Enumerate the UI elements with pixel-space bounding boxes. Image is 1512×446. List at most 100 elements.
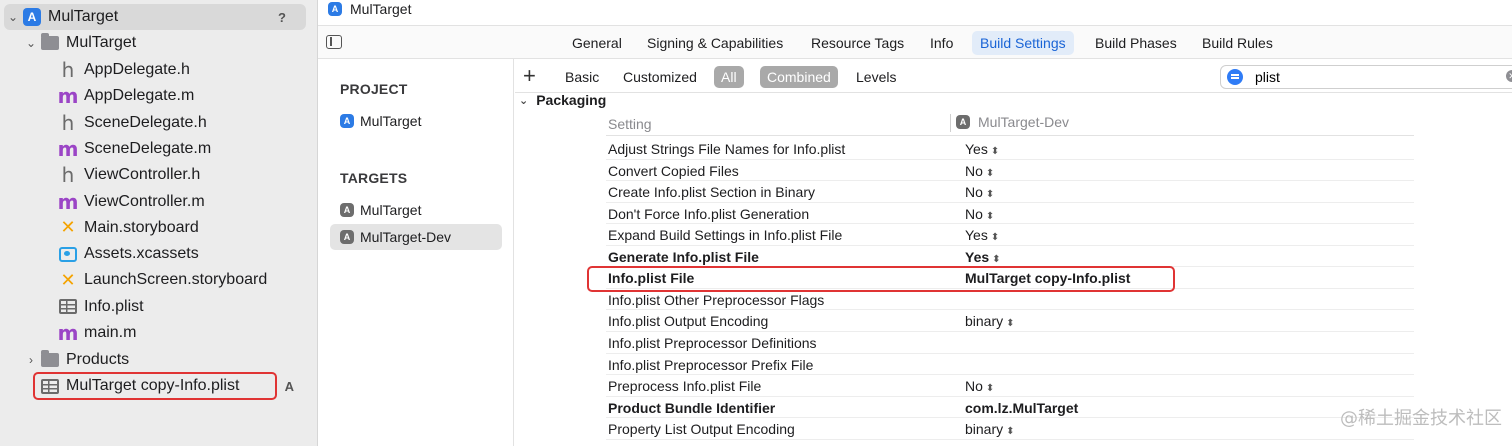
- setting-row[interactable]: Property List Output Encoding binary ⬍: [606, 418, 1414, 440]
- packaging-group-header[interactable]: ⌄ Packaging: [519, 92, 606, 108]
- nav-file-item[interactable]: h AppDelegate.h: [58, 57, 190, 83]
- setting-value[interactable]: com.lz.MulTarget: [965, 400, 1078, 416]
- nav-file-label: Main.storyboard: [84, 218, 199, 236]
- tab-info[interactable]: Info: [922, 31, 961, 55]
- nav-file-label: main.m: [84, 324, 137, 341]
- search-input[interactable]: [1255, 68, 1495, 86]
- nav-file-item[interactable]: h SceneDelegate.h: [58, 110, 207, 136]
- setting-value[interactable]: No ⬍: [965, 378, 994, 394]
- tab-build-settings[interactable]: Build Settings: [972, 31, 1074, 55]
- filter-combined-button[interactable]: Combined: [760, 66, 838, 88]
- popup-stepper-icon[interactable]: ⬍: [986, 383, 994, 394]
- popup-stepper-icon[interactable]: ⬍: [986, 211, 994, 222]
- setting-value[interactable]: binary ⬍: [965, 421, 1015, 437]
- target-app-icon: A: [340, 203, 354, 217]
- folder-icon: [40, 33, 60, 52]
- popup-stepper-icon[interactable]: ⬍: [992, 254, 1000, 265]
- chevron-down-icon[interactable]: ⌄: [22, 36, 40, 50]
- clear-search-icon[interactable]: ✕: [1506, 70, 1512, 82]
- tab-resource-tags[interactable]: Resource Tags: [803, 31, 912, 55]
- group-label: Packaging: [536, 92, 607, 108]
- setting-value[interactable]: No ⬍: [965, 184, 994, 200]
- nav-file-item[interactable]: h ViewController.h: [58, 162, 201, 188]
- setting-row[interactable]: Info.plist Other Preprocessor Flags: [606, 289, 1414, 311]
- setting-value-text: Yes: [965, 248, 990, 265]
- nav-file-label: ViewController.m: [84, 192, 205, 210]
- tab-build-phases[interactable]: Build Phases: [1087, 31, 1185, 55]
- setting-value[interactable]: Yes ⬍: [965, 249, 1001, 265]
- target-item-multarget-dev[interactable]: A MulTarget-Dev: [330, 224, 502, 250]
- nav-file-item[interactable]: m ViewController.m: [58, 189, 205, 215]
- setting-row[interactable]: Generate Info.plist File Yes ⬍: [606, 246, 1414, 268]
- tab-general[interactable]: General: [564, 31, 630, 55]
- filter-search-icon[interactable]: [1227, 69, 1243, 85]
- setting-value[interactable]: Yes ⬍: [965, 141, 999, 157]
- nav-file-item[interactable]: ✕ Main.storyboard: [58, 215, 199, 241]
- setting-row[interactable]: Info.plist Output Encoding binary ⬍: [606, 310, 1414, 332]
- tab-signing-capabilities[interactable]: Signing & Capabilities: [639, 31, 791, 55]
- watermark: @稀土掘金技术社区: [1340, 408, 1502, 429]
- setting-row[interactable]: Convert Copied Files No ⬍: [606, 160, 1414, 182]
- setting-row[interactable]: Info.plist Preprocessor Definitions: [606, 332, 1414, 354]
- storyboard-icon: ✕: [60, 269, 76, 290]
- chevron-down-icon[interactable]: ⌄: [4, 10, 22, 24]
- nav-root-project[interactable]: ⌄ A MulTarget ?: [4, 4, 306, 30]
- project-item[interactable]: A MulTarget: [330, 108, 502, 134]
- setting-row[interactable]: Don't Force Info.plist Generation No ⬍: [606, 203, 1414, 225]
- setting-name: Info.plist Preprocessor Definitions: [608, 334, 817, 351]
- setting-value[interactable]: No ⬍: [965, 163, 994, 179]
- nav-file-label: SceneDelegate.m: [84, 139, 212, 157]
- setting-value[interactable]: Yes ⬍: [965, 227, 999, 243]
- nav-group-multarget[interactable]: ⌄ MulTarget: [22, 30, 136, 56]
- target-item-multarget[interactable]: A MulTarget: [330, 197, 502, 223]
- setting-row[interactable]: Product Bundle Identifier com.lz.MulTarge…: [606, 397, 1414, 419]
- tab-build-rules[interactable]: Build Rules: [1194, 31, 1281, 55]
- project-navigator: ⌄ A MulTarget ? ⌄ MulTarget h AppDelegate…: [0, 0, 318, 446]
- nav-file-item[interactable]: m AppDelegate.m: [58, 83, 195, 109]
- setting-value-text: Yes: [965, 141, 988, 157]
- filter-all-button[interactable]: All: [714, 66, 744, 88]
- filter-basic-button[interactable]: Basic: [558, 66, 606, 88]
- filter-customized-button[interactable]: Customized: [616, 66, 704, 88]
- setting-row[interactable]: Preprocess Info.plist File No ⬍: [606, 375, 1414, 397]
- nav-file-item[interactable]: Info.plist: [58, 294, 144, 320]
- column-setting-label: Setting: [608, 116, 652, 132]
- nav-file-item[interactable]: ✕ LaunchScreen.storyboard: [58, 267, 267, 293]
- setting-value-text: binary: [965, 313, 1004, 330]
- popup-stepper-icon[interactable]: ⬍: [1006, 426, 1014, 437]
- setting-value[interactable]: binary ⬍: [965, 313, 1015, 329]
- popup-stepper-icon[interactable]: ⬍: [1006, 318, 1014, 329]
- setting-value-text: binary: [965, 421, 1004, 438]
- chevron-right-icon[interactable]: ›: [22, 353, 40, 367]
- popup-stepper-icon[interactable]: ⬍: [986, 168, 994, 179]
- build-settings-pane: + Basic Customized All Combined Levels ✕…: [515, 59, 1512, 446]
- app-project-icon: A: [22, 8, 42, 26]
- setting-row[interactable]: Expand Build Settings in Info.plist File…: [606, 224, 1414, 246]
- add-setting-button[interactable]: +: [523, 63, 536, 89]
- nav-group-products[interactable]: › Products: [22, 347, 129, 373]
- popup-stepper-icon[interactable]: ⬍: [986, 189, 994, 200]
- setting-value-text: No: [965, 205, 983, 222]
- filter-levels-button[interactable]: Levels: [849, 66, 903, 88]
- setting-row[interactable]: Adjust Strings File Names for Info.plist…: [606, 138, 1414, 160]
- breadcrumb-label: MulTarget: [350, 1, 412, 17]
- nav-file-label: AppDelegate.h: [84, 61, 190, 78]
- breadcrumb[interactable]: A MulTarget: [328, 0, 411, 18]
- nav-file-item[interactable]: m SceneDelegate.m: [57, 136, 212, 162]
- nav-file-item[interactable]: Assets.xcassets: [58, 241, 199, 267]
- setting-row[interactable]: Info.plist Preprocessor Prefix File: [606, 354, 1414, 376]
- column-divider[interactable]: [950, 114, 951, 132]
- m-file-icon: m: [57, 136, 79, 161]
- popup-stepper-icon[interactable]: ⬍: [991, 232, 999, 243]
- nav-file-label: Info.plist: [84, 297, 144, 315]
- search-field[interactable]: ✕: [1220, 65, 1512, 89]
- nav-file-item[interactable]: m main.m: [58, 320, 137, 346]
- setting-name: Don't Force Info.plist Generation: [608, 205, 810, 222]
- popup-stepper-icon[interactable]: ⬍: [991, 146, 999, 157]
- setting-row[interactable]: Create Info.plist Section in Binary No ⬍: [606, 181, 1414, 203]
- sidebar-toggle-icon[interactable]: [326, 35, 342, 49]
- editor-tab-bar: General Signing & Capabilities Resource Ta…: [318, 25, 1512, 59]
- setting-value[interactable]: No ⬍: [965, 206, 994, 222]
- nav-file-label: AppDelegate.m: [84, 87, 195, 105]
- chevron-down-icon[interactable]: ⌄: [519, 94, 528, 107]
